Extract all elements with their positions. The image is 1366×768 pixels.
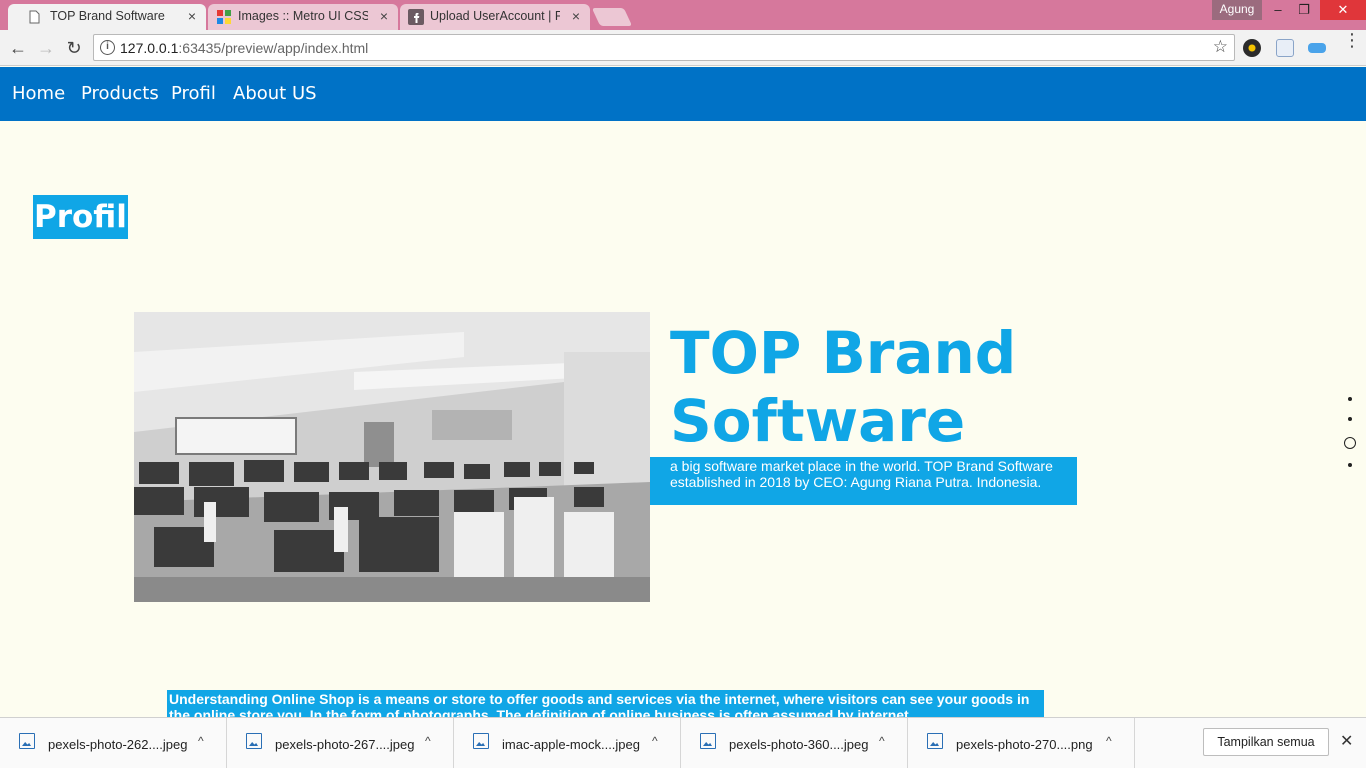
image-file-icon	[700, 733, 716, 749]
nav-products[interactable]: Products	[81, 83, 159, 104]
tab-close-icon[interactable]: ×	[188, 8, 196, 24]
browser-tab-active[interactable]: TOP Brand Software ×	[8, 4, 206, 30]
browser-toolbar: ← → ↻ i 127.0.0.1:63435/preview/app/inde…	[0, 30, 1366, 66]
chevron-up-icon[interactable]: ^	[652, 734, 658, 748]
download-item[interactable]: pexels-photo-270....png ^	[908, 718, 1135, 768]
tab-title: Images :: Metro UI CSS -	[238, 9, 368, 23]
browser-tab-strip: TOP Brand Software × Images :: Metro UI …	[0, 0, 1366, 30]
image-file-icon	[927, 733, 943, 749]
download-filename: imac-apple-mock....jpeg	[502, 737, 640, 752]
section-title: Profil	[33, 195, 128, 239]
chevron-up-icon[interactable]: ^	[425, 734, 431, 748]
show-all-downloads-button[interactable]: Tampilkan semua	[1203, 728, 1329, 756]
site-nav-bar: Home Products Profil About US	[0, 67, 1366, 121]
restore-button[interactable]: ❐	[1288, 0, 1320, 20]
download-filename: pexels-photo-360....jpeg	[729, 737, 869, 752]
page-icon	[29, 10, 40, 24]
back-button[interactable]: ←	[7, 37, 29, 59]
tab-close-icon[interactable]: ×	[572, 8, 580, 24]
office-photo	[134, 312, 650, 602]
chevron-up-icon[interactable]: ^	[879, 734, 885, 748]
window-close-button[interactable]: ✕	[1320, 0, 1366, 20]
image-file-icon	[19, 733, 35, 749]
page-dot[interactable]	[1348, 417, 1352, 421]
chevron-up-icon[interactable]: ^	[1106, 734, 1112, 748]
download-item[interactable]: pexels-photo-262....jpeg ^	[0, 718, 227, 768]
cloud-extension-icon[interactable]	[1308, 43, 1326, 53]
shield-extension-icon[interactable]	[1276, 39, 1294, 57]
browser-tab[interactable]: Upload UserAccount | Fa ×	[400, 4, 590, 30]
close-shelf-icon[interactable]: ✕	[1340, 731, 1353, 751]
bookmark-star-icon[interactable]: ☆	[1213, 37, 1228, 57]
image-file-icon	[473, 733, 489, 749]
download-filename: pexels-photo-262....jpeg	[48, 737, 188, 752]
forward-button[interactable]: →	[35, 37, 57, 59]
download-filename: pexels-photo-267....jpeg	[275, 737, 415, 752]
brand-description: a big software market place in the world…	[650, 457, 1077, 505]
download-shelf: pexels-photo-262....jpeg ^ pexels-photo-…	[0, 717, 1366, 768]
brand-heading: TOP Brand Software	[670, 319, 1017, 455]
tab-title: Upload UserAccount | Fa	[430, 9, 560, 23]
reload-button[interactable]: ↻	[63, 37, 85, 59]
understanding-paragraph: Understanding Online Shop is a means or …	[167, 690, 1044, 717]
tab-close-icon[interactable]: ×	[380, 8, 388, 24]
info-icon[interactable]: i	[100, 40, 115, 55]
download-item[interactable]: pexels-photo-267....jpeg ^	[227, 718, 454, 768]
download-item[interactable]: imac-apple-mock....jpeg ^	[454, 718, 681, 768]
facebook-icon	[408, 9, 424, 25]
nav-home[interactable]: Home	[12, 83, 65, 104]
page-dots-navigation	[1343, 397, 1357, 483]
image-file-icon	[246, 733, 262, 749]
page-dot[interactable]	[1348, 397, 1352, 401]
page-dot-active[interactable]	[1344, 437, 1356, 449]
browser-tab[interactable]: Images :: Metro UI CSS - ×	[208, 4, 398, 30]
download-item[interactable]: pexels-photo-360....jpeg ^	[681, 718, 908, 768]
nav-profil[interactable]: Profil	[171, 83, 216, 104]
address-bar[interactable]: i 127.0.0.1:63435/preview/app/index.html…	[93, 34, 1235, 61]
chevron-up-icon[interactable]: ^	[198, 734, 204, 748]
nav-about-us[interactable]: About US	[233, 83, 317, 104]
page-dot[interactable]	[1348, 463, 1352, 467]
profile-button[interactable]: Agung	[1212, 0, 1262, 20]
chrome-menu-icon[interactable]: ⋮	[1343, 31, 1361, 49]
metro-ui-icon	[217, 10, 231, 24]
new-tab-button[interactable]	[591, 8, 633, 26]
tab-title: TOP Brand Software	[50, 9, 165, 23]
url-text: 127.0.0.1:63435/preview/app/index.html	[120, 40, 369, 56]
web-page: Home Products Profil About US Profil TOP…	[0, 67, 1366, 717]
download-filename: pexels-photo-270....png	[956, 737, 1093, 752]
extension-icon[interactable]	[1243, 39, 1261, 57]
